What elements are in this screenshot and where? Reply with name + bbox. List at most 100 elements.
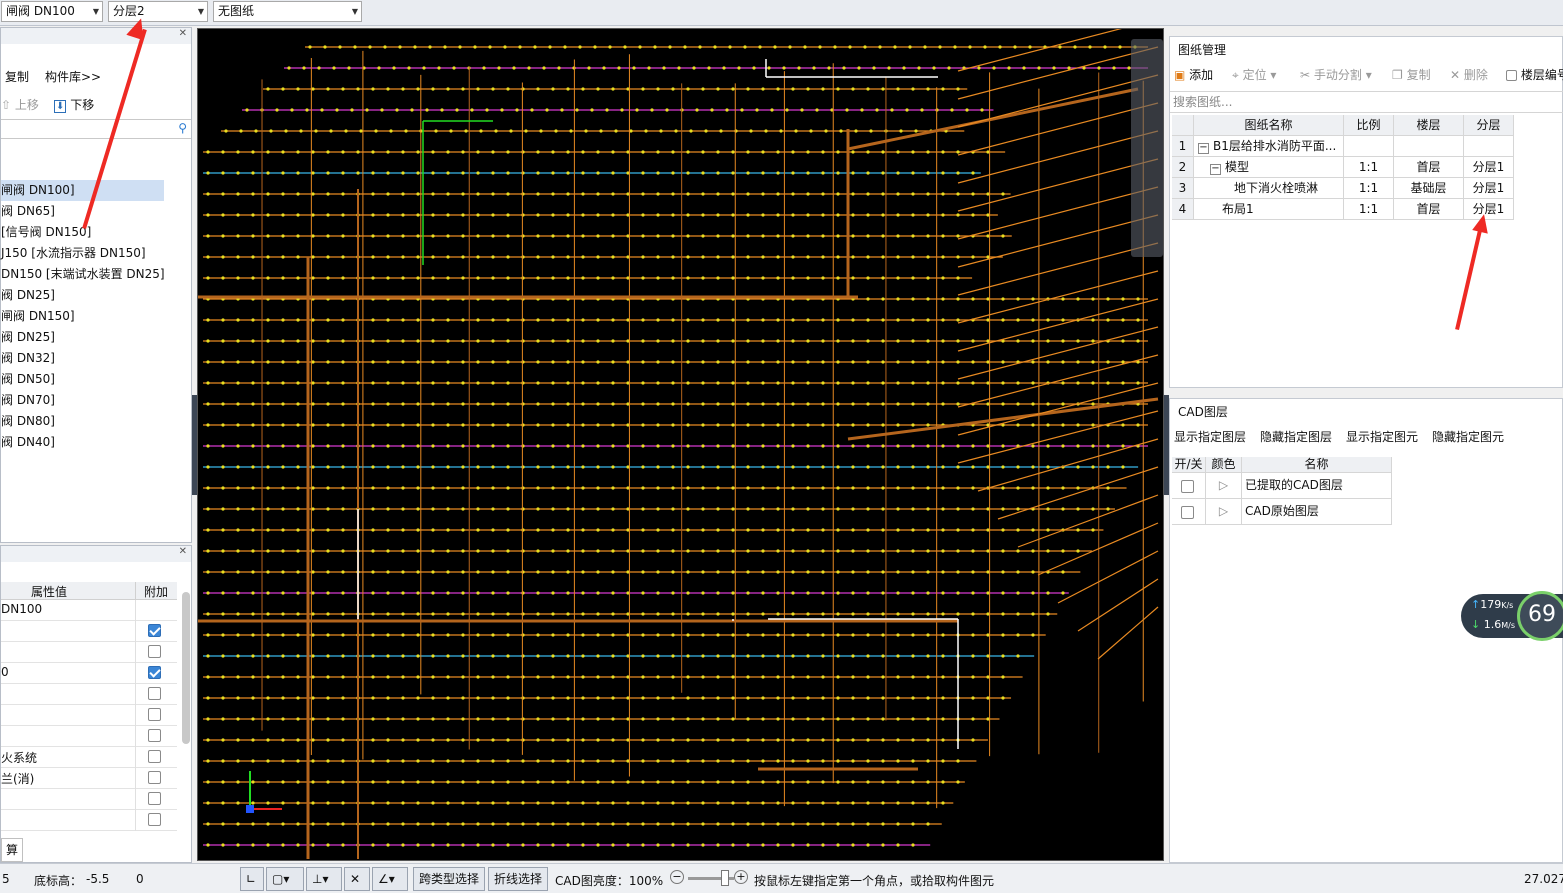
table-cell[interactable]: 1 — [1172, 136, 1194, 157]
layer-checkbox[interactable] — [1181, 480, 1194, 493]
component-combo[interactable]: 闸阀 DN100 ▼ — [1, 1, 103, 22]
extra-checkbox[interactable] — [148, 792, 161, 805]
delete-drawing-button[interactable]: ✕ 删除 — [1450, 66, 1488, 83]
hide-layer-button[interactable]: 隐藏指定图层 — [1260, 428, 1332, 445]
move-up-button[interactable]: ⇧ 上移 — [1, 96, 39, 113]
property-row[interactable]: 兰(消) — [1, 768, 177, 789]
extra-checkbox[interactable] — [148, 687, 161, 700]
list-item[interactable]: [信号阀 DN150] — [1, 222, 191, 243]
list-item[interactable]: 阀 DN65] — [1, 201, 191, 222]
scrollbar[interactable] — [182, 592, 190, 744]
copy-drawing-button[interactable]: ❐ 复制 — [1392, 66, 1431, 83]
copy-button[interactable]: 复制 — [5, 68, 29, 85]
property-row[interactable]: 火系统 — [1, 747, 177, 768]
layer-combo[interactable]: 分层2 ▼ — [108, 1, 208, 22]
cross-type-select-button[interactable]: 跨类型选择 — [413, 867, 486, 891]
add-drawing-button[interactable]: ▣ 添加 — [1174, 66, 1213, 83]
manual-split-button[interactable]: ✂ 手动分割 ▾ — [1300, 66, 1372, 83]
view-toolbar[interactable] — [1131, 39, 1163, 257]
expand-icon[interactable]: ▷ — [1206, 499, 1242, 525]
extra-checkbox[interactable] — [148, 813, 161, 826]
list-item[interactable]: 阀 DN50] — [1, 369, 191, 390]
list-item[interactable]: DN150 [末端试水装置 DN25] — [1, 264, 191, 285]
extra-checkbox[interactable] — [148, 624, 161, 637]
table-cell[interactable]: 4 — [1172, 199, 1194, 220]
table-cell[interactable]: 基础层 — [1394, 178, 1464, 199]
expand-icon[interactable]: ▷ — [1206, 473, 1242, 499]
property-row[interactable] — [1, 684, 177, 705]
table-cell[interactable] — [1464, 136, 1514, 157]
property-row[interactable] — [1, 642, 177, 663]
collapse-icon[interactable]: − — [1210, 164, 1221, 175]
layer-toggle-cell[interactable] — [1172, 473, 1206, 499]
slider-thumb[interactable] — [721, 870, 729, 886]
drawing-name-cell[interactable]: − 模型 — [1194, 157, 1344, 178]
layer-name[interactable]: CAD原始图层 — [1242, 499, 1392, 525]
property-row[interactable] — [1, 810, 177, 831]
drawing-name-cell[interactable]: 地下消火栓喷淋 — [1194, 178, 1344, 199]
table-cell[interactable] — [1394, 136, 1464, 157]
library-button[interactable]: 构件库>> — [45, 68, 101, 85]
snap-button[interactable]: ⊥▾ — [306, 867, 342, 891]
property-row[interactable] — [1, 705, 177, 726]
move-down-button[interactable]: ⬇ 下移 — [54, 96, 94, 113]
extra-checkbox[interactable] — [148, 771, 161, 784]
bottom-tab[interactable]: 算 — [1, 838, 23, 862]
show-element-button[interactable]: 显示指定图元 — [1346, 428, 1418, 445]
search-input[interactable]: ⚲ — [1, 119, 191, 139]
collapse-icon[interactable]: − — [1198, 143, 1209, 154]
extra-checkbox[interactable] — [148, 645, 161, 658]
select-mode-button[interactable]: ▢▾ — [266, 867, 304, 891]
table-cell[interactable]: 2 — [1172, 157, 1194, 178]
list-item[interactable]: 阀 DN32] — [1, 348, 191, 369]
extra-checkbox[interactable] — [148, 729, 161, 742]
list-item[interactable]: J150 [水流指示器 DN150] — [1, 243, 191, 264]
drawing-search-input[interactable]: 搜索图纸... — [1170, 91, 1563, 113]
layer-name[interactable]: 已提取的CAD图层 — [1242, 473, 1392, 499]
table-cell[interactable]: 分层1 — [1464, 178, 1514, 199]
table-cell[interactable]: 1:1 — [1344, 178, 1394, 199]
property-row[interactable]: 0 — [1, 663, 177, 684]
list-item[interactable]: 阀 DN25] — [1, 327, 191, 348]
table-cell[interactable]: 首层 — [1394, 199, 1464, 220]
plus-icon[interactable]: + — [734, 870, 748, 884]
splitter-handle[interactable] — [1164, 395, 1169, 495]
list-item[interactable]: 闸阀 DN150] — [1, 306, 191, 327]
table-cell[interactable]: 分层1 — [1464, 157, 1514, 178]
show-layer-button[interactable]: 显示指定图层 — [1174, 428, 1246, 445]
hide-element-button[interactable]: 隐藏指定图元 — [1432, 428, 1504, 445]
extra-checkbox[interactable] — [148, 708, 161, 721]
locate-button[interactable]: ⌖ 定位 ▾ — [1232, 66, 1276, 83]
layer-checkbox[interactable] — [1181, 506, 1194, 519]
close-icon[interactable]: ✕ — [179, 28, 187, 39]
table-cell[interactable]: 首层 — [1394, 157, 1464, 178]
cad-canvas[interactable] — [197, 28, 1164, 861]
minus-icon[interactable]: − — [670, 870, 684, 884]
table-cell[interactable]: 3 — [1172, 178, 1194, 199]
polyline-select-button[interactable]: 折线选择 — [488, 867, 549, 891]
list-item[interactable]: 阀 DN40] — [1, 432, 191, 453]
close-icon[interactable]: ✕ — [179, 546, 187, 557]
ortho-button[interactable]: ∟ — [240, 867, 264, 891]
extra-checkbox[interactable] — [148, 750, 161, 763]
table-cell[interactable] — [1344, 136, 1394, 157]
extra-checkbox[interactable] — [148, 666, 161, 679]
drawing-name-cell[interactable]: − B1层给排水消防平面... — [1194, 136, 1344, 157]
list-item[interactable]: 阀 DN80] — [1, 411, 191, 432]
list-item[interactable]: 闸阀 DN100] — [1, 180, 164, 201]
list-item[interactable]: 阀 DN70] — [1, 390, 191, 411]
table-cell[interactable]: 1:1 — [1344, 199, 1394, 220]
drawing-combo[interactable]: 无图纸 ▼ — [213, 1, 362, 22]
list-item[interactable]: 阀 DN25] — [1, 285, 191, 306]
property-row[interactable] — [1, 621, 177, 642]
property-row[interactable]: DN100 — [1, 600, 177, 621]
table-cell[interactable]: 1:1 — [1344, 157, 1394, 178]
property-row[interactable] — [1, 726, 177, 747]
drawing-name-cell[interactable]: 布局1 — [1194, 199, 1344, 220]
cross-button[interactable]: ✕ — [344, 867, 370, 891]
angle-button[interactable]: ∠▾ — [372, 867, 408, 891]
floor-number-checkbox[interactable] — [1506, 70, 1517, 81]
property-row[interactable] — [1, 789, 177, 810]
floor-number-toggle[interactable]: 楼层编号 — [1506, 66, 1563, 83]
layer-toggle-cell[interactable] — [1172, 499, 1206, 525]
